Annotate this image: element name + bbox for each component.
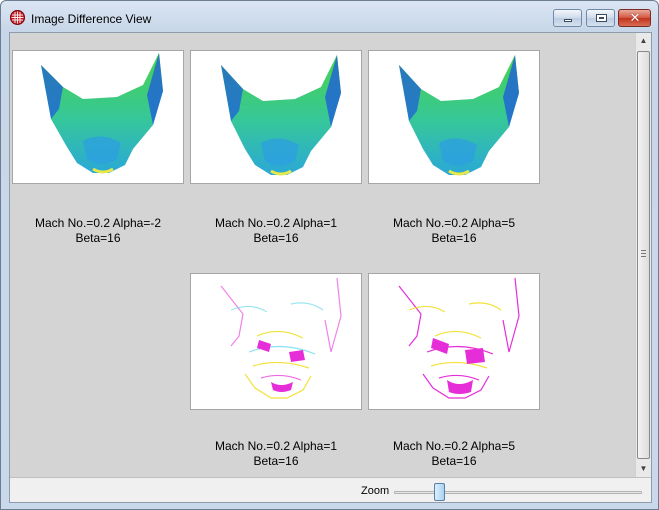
maximize-button[interactable]: [586, 9, 615, 27]
caption-line: Mach No.=0.2 Alpha=-2: [34, 216, 162, 230]
caption-line: Beta=16: [253, 231, 299, 245]
caption-line: Mach No.=0.2 Alpha=5: [392, 216, 516, 230]
caption-line: Mach No.=0.2 Alpha=5: [392, 439, 516, 453]
caption-top-3: Mach No.=0.2 Alpha=5 Beta=16: [359, 216, 549, 246]
image-grid: Mach No.=0.2 Alpha=-2 Beta=16 Mach No.=0…: [10, 33, 635, 477]
difference-image-2[interactable]: [368, 273, 540, 410]
arrow-down-icon[interactable]: ▼: [636, 461, 651, 477]
surface-image-3[interactable]: [368, 50, 540, 184]
arrow-up-icon[interactable]: ▲: [636, 33, 651, 49]
caption-line: Mach No.=0.2 Alpha=1: [214, 216, 338, 230]
zoom-bar: Zoom: [10, 477, 651, 502]
scrollbar-thumb[interactable]: [637, 51, 650, 459]
close-button[interactable]: ✕: [618, 9, 651, 27]
caption-diff-2: Mach No.=0.2 Alpha=5 Beta=16: [359, 439, 549, 469]
grip-icon: [641, 250, 646, 257]
surface-image-2[interactable]: [190, 50, 362, 184]
zoom-slider-thumb[interactable]: [434, 483, 445, 501]
caption-top-1: Mach No.=0.2 Alpha=-2 Beta=16: [10, 216, 193, 246]
window-title: Image Difference View: [31, 12, 152, 26]
caption-top-2: Mach No.=0.2 Alpha=1 Beta=16: [181, 216, 371, 246]
surface-image-1[interactable]: [12, 50, 184, 184]
maximize-icon: [596, 14, 607, 22]
caption-line: Beta=16: [75, 231, 121, 245]
grid-globe-icon[interactable]: [10, 10, 25, 25]
caption-line: Beta=16: [431, 454, 477, 468]
zoom-slider-track[interactable]: [394, 491, 642, 494]
image-difference-window: Image Difference View ✕ Mach No.=0.2 Alp…: [0, 0, 659, 510]
minimize-button[interactable]: [553, 9, 582, 27]
difference-image-1[interactable]: [190, 273, 362, 410]
vertical-scrollbar[interactable]: ▲ ▼: [635, 33, 651, 477]
minimize-icon: [564, 19, 572, 22]
caption-line: Mach No.=0.2 Alpha=1: [214, 439, 338, 453]
close-icon: ✕: [629, 10, 641, 25]
caption-line: Beta=16: [253, 454, 299, 468]
caption-diff-1: Mach No.=0.2 Alpha=1 Beta=16: [181, 439, 371, 469]
zoom-label: Zoom: [361, 485, 390, 497]
title-bar[interactable]: Image Difference View ✕: [1, 1, 658, 31]
client-area: Mach No.=0.2 Alpha=-2 Beta=16 Mach No.=0…: [9, 32, 652, 503]
caption-line: Beta=16: [431, 231, 477, 245]
